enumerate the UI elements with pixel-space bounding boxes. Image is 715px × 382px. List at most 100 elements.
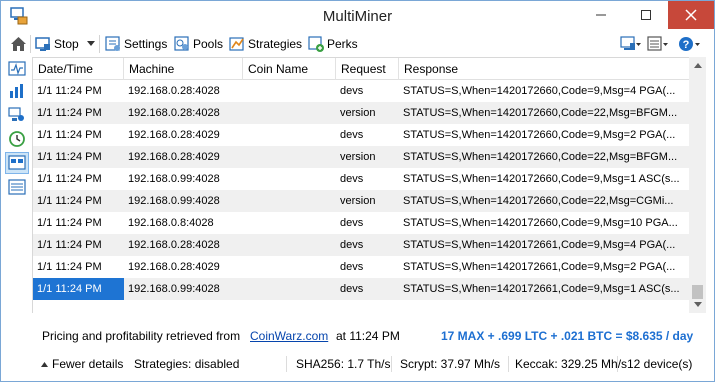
scroll-down-button[interactable]: [689, 296, 706, 313]
cell-request: devs: [340, 85, 364, 97]
cell-machine: 192.168.0.28:4028: [128, 239, 220, 251]
device-count: 12 device(s): [627, 357, 693, 371]
strategies-button[interactable]: Strategies: [229, 34, 302, 54]
bar-chart-icon: [10, 84, 23, 98]
cell-response: STATUS=S,When=1420172660,Code=9,Msg=1 AS…: [403, 173, 680, 185]
cell-response: STATUS=S,When=1420172661,Code=9,Msg=2 PG…: [403, 261, 676, 273]
cell-datetime: 1/1 11:24 PM: [37, 173, 102, 185]
settings-label: Settings: [124, 37, 168, 51]
cell-machine: 192.168.0.28:4028: [128, 107, 220, 119]
cell-request: devs: [340, 239, 364, 251]
column-header-request[interactable]: Request: [336, 58, 399, 80]
minimize-button[interactable]: [578, 1, 623, 29]
cell-datetime: 1/1 11:24 PM: [37, 195, 102, 207]
home-button[interactable]: [10, 34, 30, 54]
help-icon: ?: [679, 37, 700, 51]
scrypt-hashrate: Scrypt: 37.97 Mh/s: [400, 357, 501, 371]
cell-coin: [243, 146, 336, 168]
cell-request: devs: [340, 173, 364, 185]
column-header-coin-name[interactable]: Coin Name: [243, 58, 336, 80]
maximize-button[interactable]: [623, 1, 668, 29]
scroll-up-button[interactable]: [689, 57, 706, 74]
cell-coin: [243, 168, 336, 190]
sha256-hashrate: SHA256: 1.7 Th/s: [296, 357, 391, 371]
fewer-details-button[interactable]: Fewer details: [41, 357, 123, 371]
home-icon: [11, 37, 26, 51]
details-icon: [647, 36, 668, 51]
settings-button[interactable]: Settings: [105, 34, 167, 54]
sidebar-history-button[interactable]: [7, 129, 27, 149]
process-log-icon: [8, 179, 26, 195]
details-menu-button[interactable]: [647, 34, 672, 54]
cell-datetime: 1/1 11:24 PM: [33, 278, 124, 300]
cell-response: STATUS=S,When=1420172660,Code=9,Msg=2 PG…: [403, 129, 676, 141]
history-icon: [9, 131, 25, 147]
cell-response: STATUS=S,When=1420172660,Code=22,Msg=BFG…: [403, 107, 678, 119]
cell-coin: [243, 124, 336, 146]
sidebar-activity-button[interactable]: [7, 59, 27, 79]
table-row[interactable]: 1/1 11:24 PM 192.168.0.28:4028 devs STAT…: [33, 234, 689, 256]
svg-text:?: ?: [683, 39, 690, 51]
perks-button[interactable]: Perks: [308, 34, 358, 54]
vertical-scrollbar[interactable]: [689, 57, 706, 313]
cell-coin: [243, 234, 336, 256]
chevron-down-icon: [693, 302, 702, 307]
column-header-response[interactable]: Response: [399, 58, 689, 80]
cell-request: devs: [340, 217, 364, 229]
stop-icon: [35, 37, 50, 51]
cell-coin: [243, 278, 336, 300]
cell-response: STATUS=S,When=1420172661,Code=9,Msg=1 AS…: [403, 283, 680, 295]
perks-icon: [308, 36, 324, 52]
cell-machine: 192.168.0.99:4028: [128, 283, 220, 295]
cell-response: STATUS=S,When=1420172660,Code=22,Msg=BFG…: [403, 151, 678, 163]
sidebar-charts-button[interactable]: [7, 81, 27, 101]
pools-icon: [174, 36, 189, 51]
cell-datetime: 1/1 11:24 PM: [37, 217, 102, 229]
sidebar-api-log-button[interactable]: [5, 152, 29, 174]
stop-dropdown[interactable]: [87, 34, 98, 54]
table-row[interactable]: 1/1 11:24 PM 192.168.0.28:4029 version S…: [33, 146, 689, 168]
cell-request: devs: [340, 283, 364, 295]
cell-coin: [243, 190, 336, 212]
pools-button[interactable]: Pools: [174, 34, 223, 54]
table-row[interactable]: 1/1 11:24 PM 192.168.0.8:4028 devs STATU…: [33, 212, 689, 234]
cell-machine: 192.168.0.8:4028: [128, 217, 214, 229]
cell-response: STATUS=S,When=1420172660,Code=9,Msg=10 P…: [403, 217, 678, 229]
strategies-label: Strategies: [248, 37, 303, 51]
view-menu-button[interactable]: [620, 34, 645, 54]
cell-datetime: 1/1 11:24 PM: [37, 85, 102, 97]
strategies-status: Strategies: disabled: [134, 357, 240, 371]
chevron-up-icon: [41, 362, 48, 367]
cell-coin: [243, 102, 336, 124]
cell-response: STATUS=S,When=1420172660,Code=22,Msg=CGM…: [403, 195, 674, 207]
column-header-datetime[interactable]: Date/Time: [33, 58, 124, 80]
table-row[interactable]: 1/1 11:24 PM 192.168.0.99:4028 version S…: [33, 190, 689, 212]
sidebar-process-log-button[interactable]: [7, 177, 27, 197]
chevron-down-icon: [87, 41, 95, 46]
stop-button[interactable]: Stop: [35, 34, 79, 54]
table-row[interactable]: 1/1 11:24 PM 192.168.0.99:4028 devs STAT…: [33, 168, 689, 190]
grid-header: Date/Time Machine Coin Name Request Resp…: [33, 58, 689, 80]
column-header-machine[interactable]: Machine: [124, 58, 243, 80]
help-menu-button[interactable]: ?: [678, 34, 705, 54]
table-row[interactable]: 1/1 11:24 PM 192.168.0.28:4029 devs STAT…: [33, 256, 689, 278]
table-row[interactable]: 1/1 11:24 PM 192.168.0.28:4028 devs STAT…: [33, 80, 689, 102]
chevron-up-icon: [693, 63, 702, 68]
cell-machine: 192.168.0.99:4028: [128, 195, 220, 207]
coinwarz-link[interactable]: CoinWarz.com: [250, 329, 328, 343]
table-row[interactable]: 1/1 11:24 PM 192.168.0.28:4028 version S…: [33, 102, 689, 124]
cell-machine: 192.168.0.28:4029: [128, 261, 220, 273]
cell-request: version: [340, 107, 376, 119]
close-button[interactable]: [668, 1, 714, 29]
close-icon: [685, 9, 697, 21]
table-row[interactable]: 1/1 11:24 PM 192.168.0.28:4029 devs STAT…: [33, 124, 689, 146]
pools-label: Pools: [193, 37, 224, 51]
api-log-grid[interactable]: Date/Time Machine Coin Name Request Resp…: [32, 57, 689, 313]
table-row-selected[interactable]: 1/1 11:24 PM 192.168.0.99:4028 devs STAT…: [33, 278, 689, 300]
cell-machine: 192.168.0.28:4029: [128, 129, 220, 141]
keccak-hashrate: Keccak: 329.25 Mh/s: [515, 357, 628, 371]
toolbar: Stop Settings Pools Strategies Perks ?: [1, 32, 714, 56]
cell-coin: [243, 256, 336, 278]
sidebar-network-button[interactable]: [7, 105, 27, 125]
api-log-icon: [8, 155, 26, 170]
